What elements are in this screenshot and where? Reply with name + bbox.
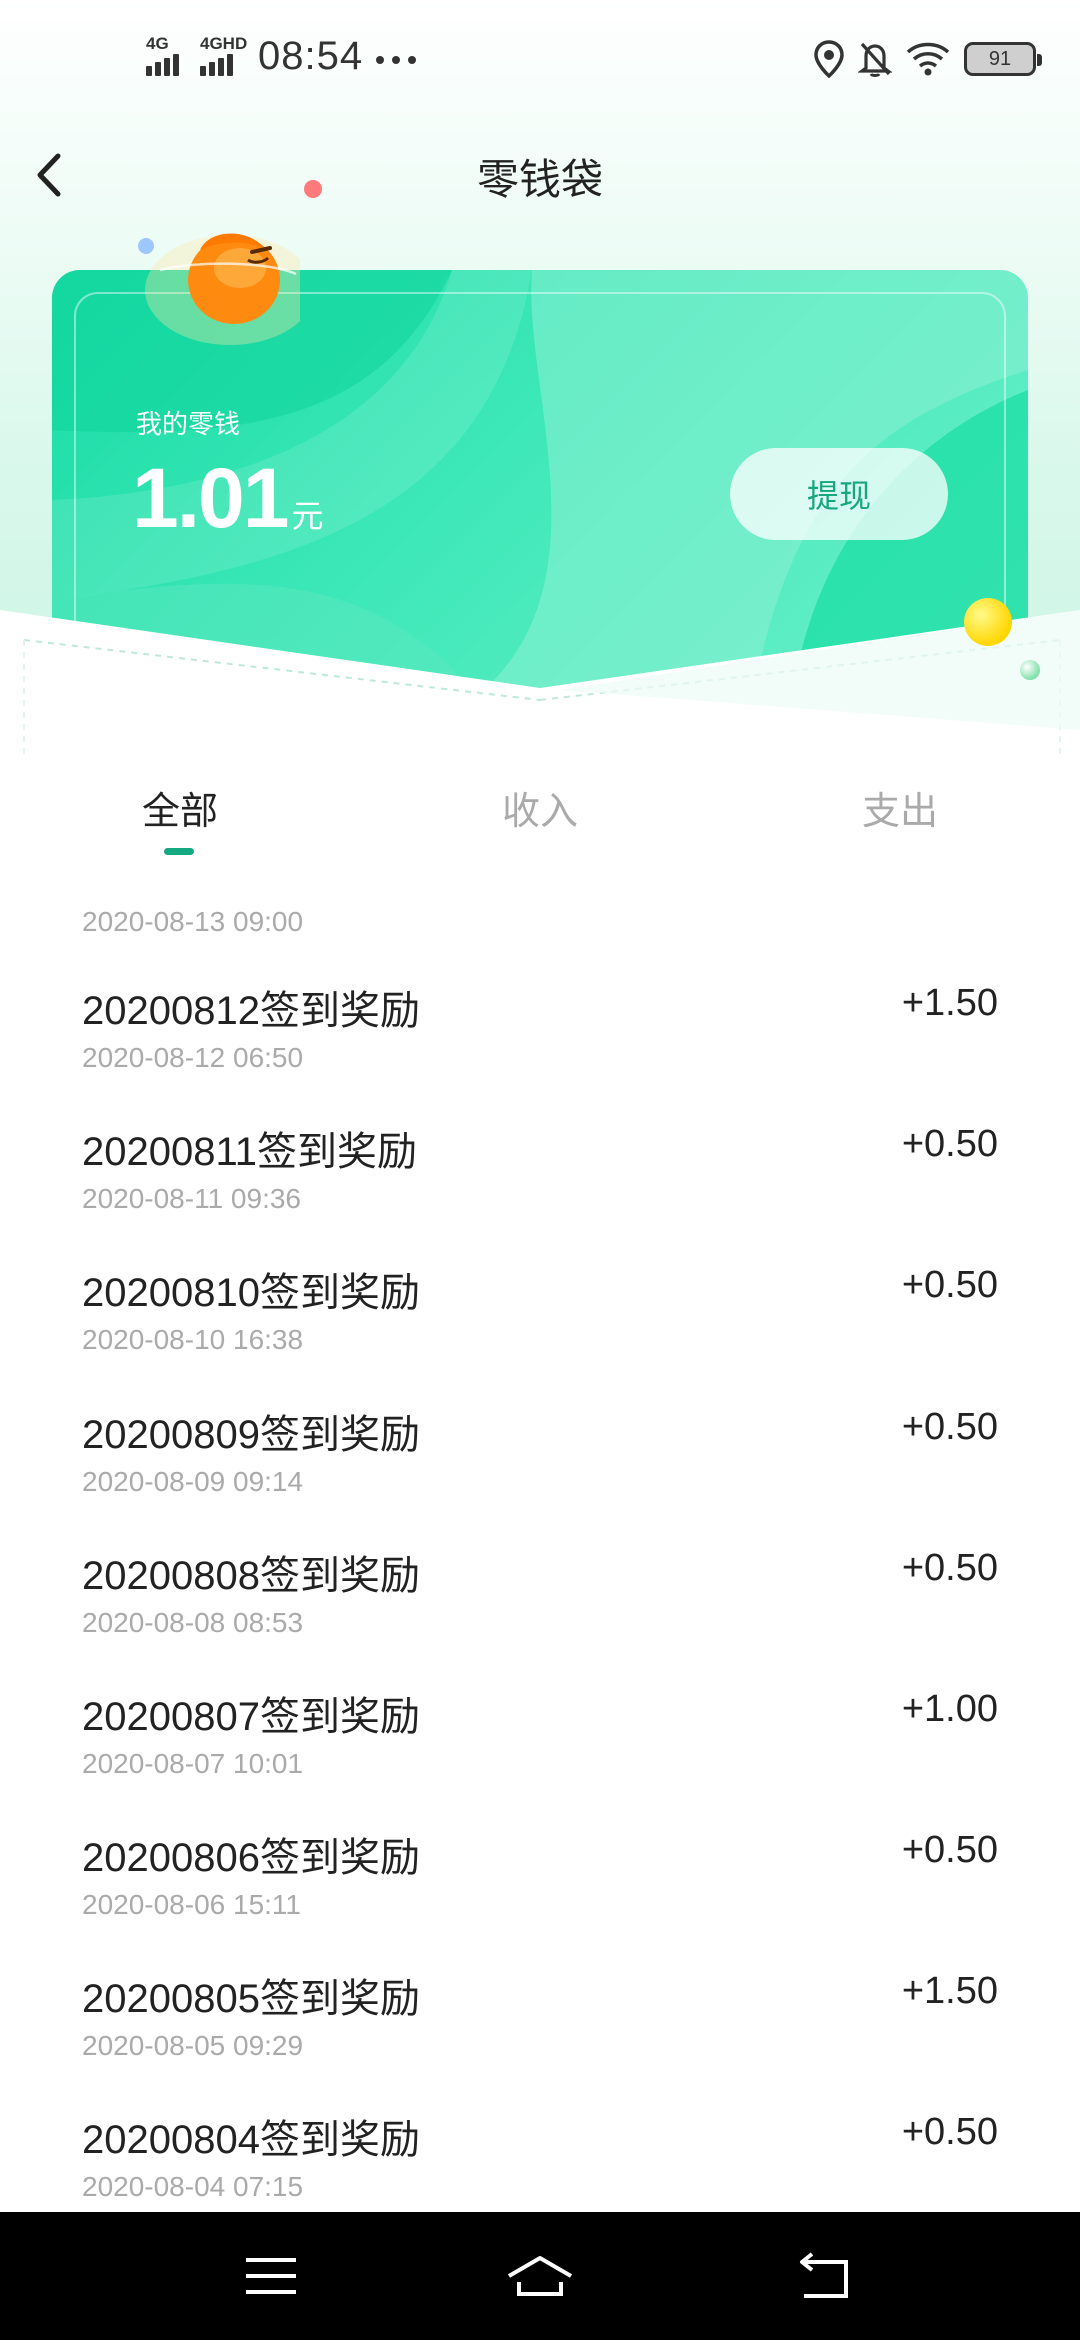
item-title: 20200807签到奖励 [82,1695,420,1739]
list-item[interactable]: 20200812签到奖励 2020-08-12 06:50 +1.50 [0,978,1080,1119]
item-amount: +0.50 [901,1264,998,1306]
item-title: 20200804签到奖励 [82,2118,420,2162]
item-date: 2020-08-12 06:50 [82,1042,304,1073]
list-item[interactable]: 20200809签到奖励 2020-08-09 09:14 +0.50 [0,1402,1080,1543]
list-item[interactable]: 20200805签到奖励 2020-08-05 09:29 +1.50 [0,1966,1080,2107]
tab-all[interactable]: 全部 [100,780,260,835]
decor-dot-green [1020,660,1040,680]
list-item[interactable]: 20200810签到奖励 2020-08-10 16:38 +0.50 [0,1260,1080,1401]
list-item-date: 2020-08-13 09:00 [82,906,304,937]
item-date: 2020-08-09 09:14 [82,1466,304,1497]
item-title: 20200806签到奖励 [82,1836,420,1880]
item-amount: +1.00 [901,1688,998,1730]
location-icon [814,40,844,78]
item-amount: +1.50 [901,1970,998,2012]
nav-home-button[interactable] [505,2246,575,2306]
item-title: 20200808签到奖励 [82,1554,420,1598]
item-title: 20200812签到奖励 [82,989,420,1033]
item-amount: +0.50 [901,1547,998,1589]
bell-off-icon [858,42,892,77]
item-amount: +0.50 [901,1406,998,1448]
back-icon [800,2252,848,2298]
item-date: 2020-08-11 09:36 [82,1183,301,1214]
withdraw-button[interactable]: 提现 [730,448,948,540]
item-title: 20200811签到奖励 [82,1130,417,1174]
transaction-list[interactable]: 2020-08-13 09:00 20200812签到奖励 2020-08-12… [0,880,1080,2212]
list-item[interactable]: 20200807签到奖励 2020-08-07 10:01 +1.00 [0,1684,1080,1825]
active-tab-indicator [164,848,194,855]
balance-amount: 1.01 元 [132,450,324,547]
item-title: 20200809签到奖励 [82,1413,420,1457]
signal-4g-icon: 4G [146,34,186,76]
item-date: 2020-08-04 07:15 [82,2171,304,2202]
balance-label: 我的零钱 [136,410,241,440]
page-title: 零钱袋 [476,155,603,204]
menu-icon [246,2258,296,2294]
list-item[interactable]: 20200806签到奖励 2020-08-06 15:11 +0.50 [0,1825,1080,1966]
item-date: 2020-08-05 09:29 [82,2030,304,2061]
balance-value: 1.01 [132,451,289,545]
mascot-icon [145,233,300,345]
filter-tabs: 全部 收入 支出 [0,780,1080,870]
battery-icon: 91 [964,42,1042,76]
tab-income[interactable]: 收入 [460,780,620,835]
list-item[interactable]: 20200811签到奖励 2020-08-11 09:36 +0.50 [0,1119,1080,1260]
status-time: 08:54 [258,34,364,78]
status-more-dots [374,30,422,76]
item-amount: +0.50 [901,1123,998,1165]
wifi-icon [906,42,950,76]
item-amount: +0.50 [901,1829,998,1871]
item-amount: +0.50 [901,2111,998,2153]
decor-dot-red [304,180,322,198]
item-date: 2020-08-06 15:11 [82,1889,301,1920]
list-item[interactable]: 20200808签到奖励 2020-08-08 08:53 +0.50 [0,1543,1080,1684]
item-amount: +1.50 [901,982,998,1024]
nav-menu-button[interactable] [236,2246,306,2306]
item-date: 2020-08-07 10:01 [82,1748,304,1779]
tab-expense[interactable]: 支出 [820,780,980,835]
balance-unit: 元 [291,497,324,535]
system-nav-bar [0,2212,1080,2340]
nav-back-button[interactable] [790,2246,860,2306]
item-date: 2020-08-08 08:53 [82,1607,304,1638]
home-icon [507,2256,573,2296]
list-item[interactable]: 20200804签到奖励 2020-08-04 07:15 +0.50 [0,2107,1080,2212]
signal-4ghd-icon: 4GHD [200,34,250,76]
item-title: 20200805签到奖励 [82,1977,420,2021]
decor-dot-yellow [964,598,1012,646]
status-bar: 4G 4GHD 08:54 91 [0,0,1080,120]
status-icons: 91 [814,40,1042,78]
item-title: 20200810签到奖励 [82,1271,420,1315]
item-date: 2020-08-10 16:38 [82,1324,304,1355]
